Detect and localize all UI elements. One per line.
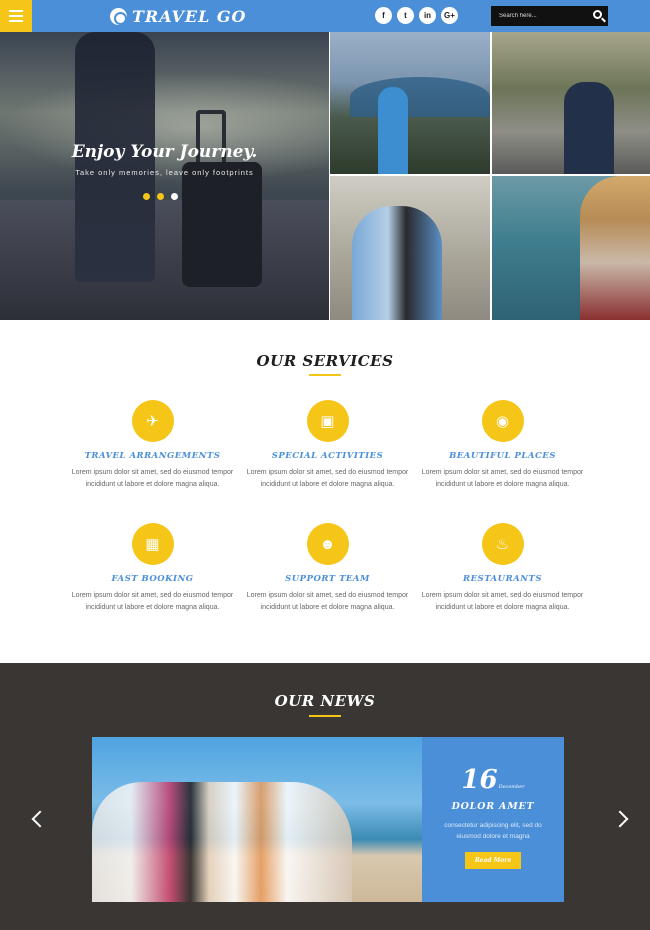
hamburger-icon: [9, 15, 23, 17]
facebook-icon[interactable]: f: [375, 7, 392, 24]
calendar-icon: ▦: [131, 523, 174, 565]
team-icon: ☻: [306, 523, 349, 565]
news-image[interactable]: [92, 737, 422, 902]
search-icon[interactable]: [593, 10, 602, 19]
hero-road: [0, 200, 329, 320]
brand-name: TRAVEL GO: [132, 6, 247, 26]
page: TRAVEL GO f t in G+ Enjoy Your Journey. …: [0, 0, 650, 930]
service-item: ☻ SUPPORT TEAM Lorem ipsum dolor sit ame…: [240, 523, 415, 614]
service-name[interactable]: SPECIAL ACTIVITIES: [240, 451, 415, 461]
globe-icon: ◉: [481, 400, 524, 442]
airplane-icon: ✈: [131, 400, 174, 442]
gallery-photo-woman[interactable]: [330, 176, 490, 320]
service-name[interactable]: BEAUTIFUL PLACES: [415, 451, 590, 461]
title-underline: [309, 374, 341, 376]
hero-title: Enjoy Your Journey.: [71, 142, 258, 162]
linkedin-icon[interactable]: in: [419, 7, 436, 24]
gallery-photo-hiker[interactable]: [492, 32, 650, 174]
service-description: Lorem ipsum dolor sit amet, sed do eiusm…: [71, 592, 234, 611]
search-box: [491, 6, 608, 26]
service-item: ✈ TRAVEL ARRANGEMENTS Lorem ipsum dolor …: [65, 400, 240, 491]
chevron-right-icon[interactable]: [611, 810, 629, 828]
hamburger-icon: [9, 10, 23, 12]
globe-logo-icon: [110, 7, 127, 25]
menu-button[interactable]: [0, 0, 32, 32]
hero-subtitle: Take only memories, leave only footprint…: [75, 168, 254, 177]
news-title: OUR NEWS: [274, 692, 376, 710]
google-plus-icon[interactable]: G+: [441, 7, 458, 24]
gallery-photo-lake[interactable]: [330, 32, 490, 174]
service-name[interactable]: RESTAURANTS: [415, 574, 590, 584]
top-bar: TRAVEL GO f t in G+: [0, 0, 650, 32]
service-description: Lorem ipsum dolor sit amet, sed do eiusm…: [421, 592, 584, 611]
service-description: Lorem ipsum dolor sit amet, sed do eiusm…: [246, 469, 409, 488]
slider-dot[interactable]: [157, 193, 164, 200]
service-item: ▦ FAST BOOKING Lorem ipsum dolor sit ame…: [65, 523, 240, 614]
hamburger-icon: [9, 20, 23, 22]
news-date-day: 16: [461, 765, 498, 795]
slider-dot-active[interactable]: [171, 193, 178, 200]
chevron-left-icon[interactable]: [31, 810, 49, 828]
slider-dots: [143, 193, 178, 200]
services-title: OUR SERVICES: [256, 352, 394, 370]
hero-slider: Enjoy Your Journey. Take only memories, …: [0, 32, 329, 320]
photo-gallery: [330, 32, 650, 320]
news-headline: DOLOR AMET: [451, 801, 535, 812]
read-more-button[interactable]: Read More: [464, 852, 522, 869]
news-card: 16December DOLOR AMET consectetur adipis…: [422, 737, 564, 902]
news-section: OUR NEWS 16December DOLOR AMET consectet…: [0, 663, 650, 930]
social-links: f t in G+: [375, 7, 458, 24]
service-name[interactable]: FAST BOOKING: [65, 574, 240, 584]
service-item: ♨ RESTAURANTS Lorem ipsum dolor sit amet…: [415, 523, 590, 614]
service-name[interactable]: SUPPORT TEAM: [240, 574, 415, 584]
title-underline: [309, 715, 341, 717]
gallery-photo-beach[interactable]: [492, 176, 650, 320]
cutlery-icon: ♨: [481, 523, 524, 565]
search-input[interactable]: [491, 13, 586, 19]
logo[interactable]: TRAVEL GO: [110, 5, 246, 27]
service-item: ▣ SPECIAL ACTIVITIES Lorem ipsum dolor s…: [240, 400, 415, 491]
slider-dot[interactable]: [143, 193, 150, 200]
news-excerpt: consectetur adipiscing elit, sed do eius…: [444, 822, 542, 840]
hero-sky: [0, 72, 329, 182]
hero-suitcase: [182, 162, 262, 287]
service-item: ◉ BEAUTIFUL PLACES Lorem ipsum dolor sit…: [415, 400, 590, 491]
news-image-crowd: [92, 782, 352, 902]
twitter-icon[interactable]: t: [397, 7, 414, 24]
service-description: Lorem ipsum dolor sit amet, sed do eiusm…: [71, 469, 234, 488]
service-description: Lorem ipsum dolor sit amet, sed do eiusm…: [246, 592, 409, 611]
news-date-month: December: [498, 784, 525, 790]
briefcase-icon: ▣: [306, 400, 349, 442]
service-description: Lorem ipsum dolor sit amet, sed do eiusm…: [421, 469, 584, 488]
service-name[interactable]: TRAVEL ARRANGEMENTS: [65, 451, 240, 461]
